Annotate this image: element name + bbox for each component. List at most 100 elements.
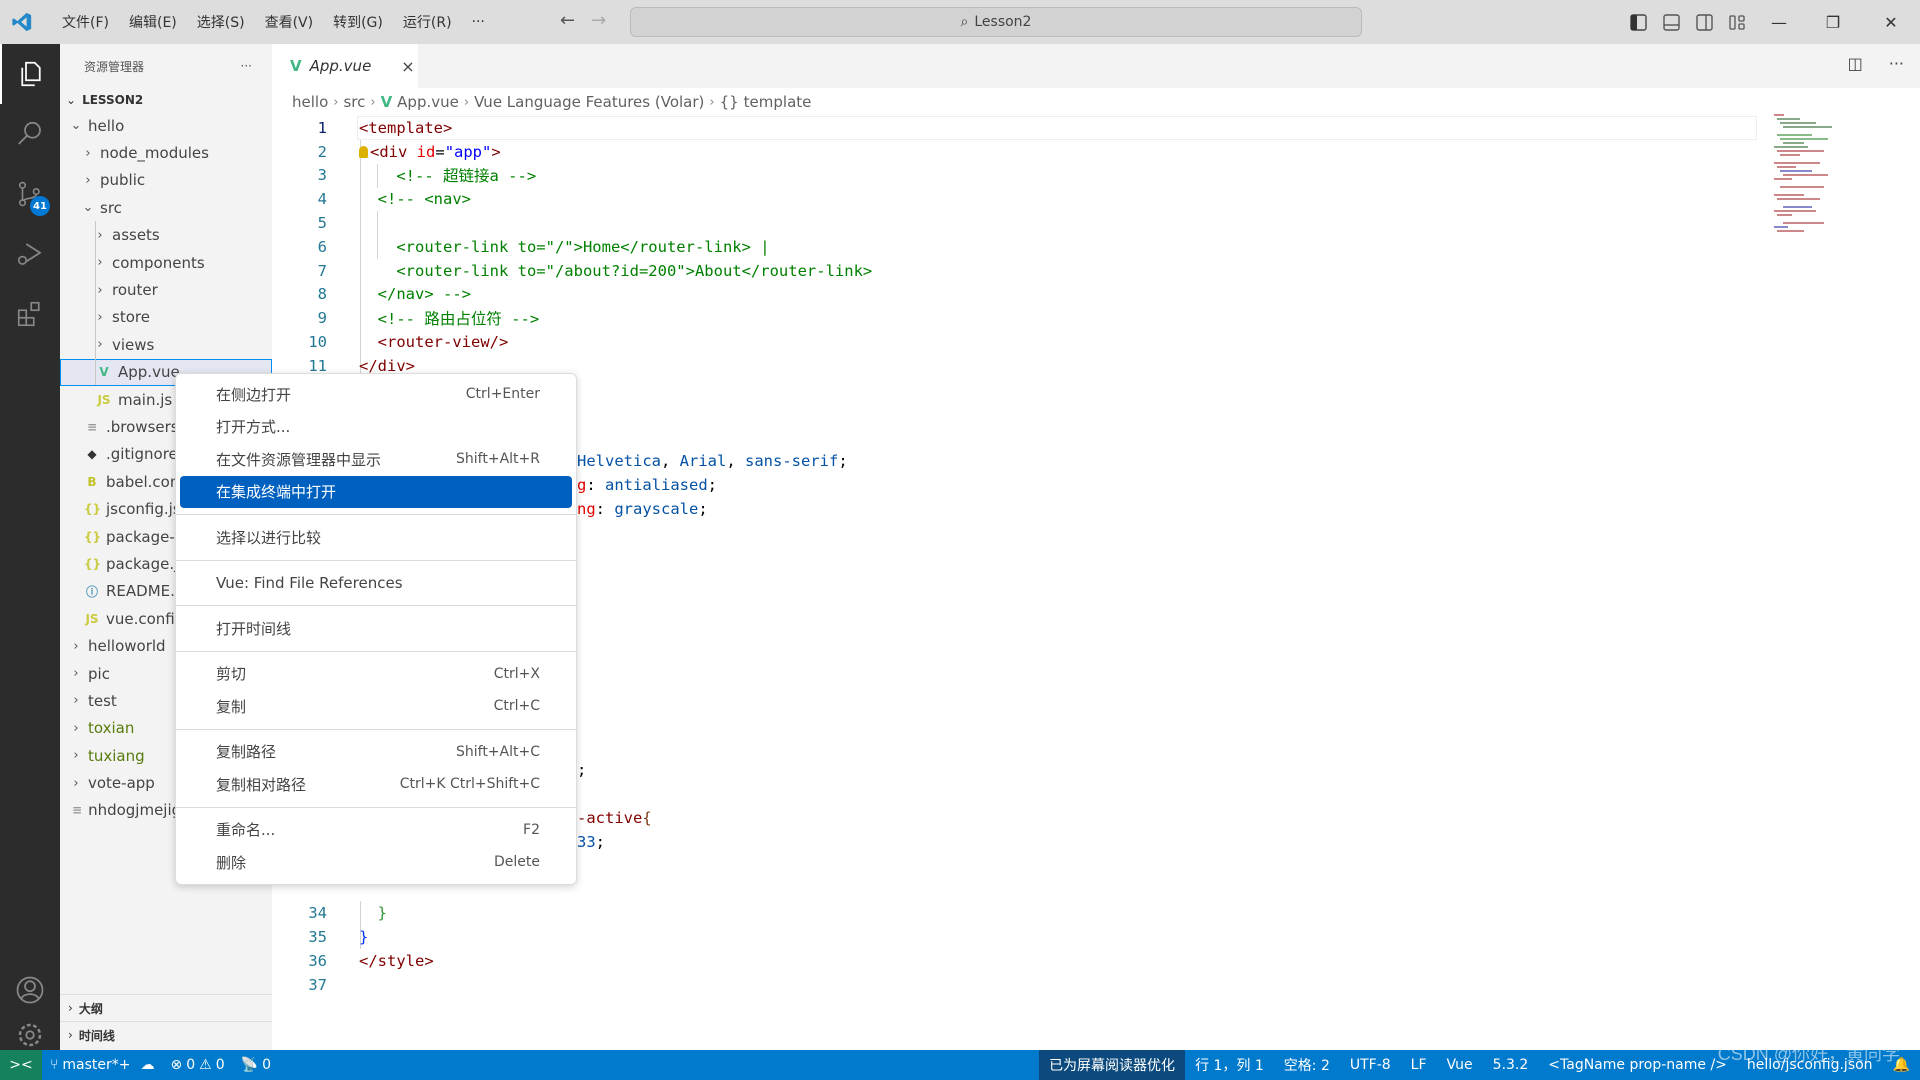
tree-folder[interactable]: › node_modules	[60, 139, 272, 166]
context-menu-item[interactable]: 复制相对路径 Ctrl+K Ctrl+Shift+C	[180, 768, 572, 801]
source-control-icon[interactable]: 41	[0, 164, 60, 224]
minimap-line	[1780, 218, 1808, 220]
close-tab-icon[interactable]: ×	[401, 57, 414, 76]
babel-file-icon: B	[87, 474, 97, 489]
customize-layout-icon[interactable]	[1721, 0, 1754, 44]
tree-item-label: pic	[88, 664, 110, 683]
indentation[interactable]: 空格: 2	[1274, 1050, 1340, 1080]
notifications-icon[interactable]: 🔔	[1883, 1050, 1920, 1080]
tree-item-label: .gitignore	[106, 445, 178, 464]
breadcrumb-item[interactable]: App.vue	[397, 93, 459, 111]
accounts-icon[interactable]	[0, 960, 60, 1020]
context-menu-item[interactable]: 在集成终端中打开	[180, 475, 572, 508]
command-center[interactable]: ⌕ Lesson2	[630, 7, 1362, 37]
tree-item-label: assets	[112, 226, 160, 245]
remote-indicator-icon[interactable]: ><	[0, 1050, 42, 1080]
breadcrumb: hello › src › V App.vue › Vue Language Features…	[272, 88, 1920, 116]
breadcrumb-item[interactable]: Vue Language Features (Volar)	[474, 93, 704, 111]
breadcrumb-item[interactable]: template	[744, 93, 812, 111]
toggle-secondary-sidebar-icon[interactable]	[1688, 0, 1721, 44]
context-menu-item[interactable]: 重命名... F2	[180, 814, 572, 847]
vue-file-icon: V	[99, 365, 109, 380]
tree-item-label: helloworld	[88, 637, 166, 656]
context-menu-item[interactable]: 打开方式...	[180, 411, 572, 444]
menu-item[interactable]: 转到(G)	[323, 12, 393, 32]
menu-item[interactable]: 查看(V)	[255, 12, 324, 32]
menu-item-label: 删除	[216, 853, 247, 872]
menu-item[interactable]: ···	[462, 14, 495, 30]
split-editor-icon[interactable]: ◫	[1848, 54, 1863, 73]
minimap-line	[1783, 222, 1824, 224]
menu-separator	[176, 559, 576, 561]
branch-indicator[interactable]: ⑂ master*+ ☁	[42, 1050, 163, 1080]
tree-folder[interactable]: › assets	[60, 222, 272, 249]
context-menu-item[interactable]: 打开时间线	[180, 612, 572, 645]
tab-app-vue[interactable]: V App.vue ×	[272, 44, 418, 88]
breadcrumb-item[interactable]: hello	[292, 93, 328, 111]
settings-gear-icon[interactable]	[0, 1020, 60, 1050]
cursor-position[interactable]: 行 1，列 1	[1185, 1050, 1274, 1080]
search-view-icon[interactable]	[0, 104, 60, 164]
toggle-panel-icon[interactable]	[1655, 0, 1688, 44]
minimap-line	[1777, 150, 1824, 152]
context-menu-item[interactable]: 复制路径 Shift+Alt+C	[180, 736, 572, 769]
menu-item-shortcut: Ctrl+K Ctrl+Shift+C	[399, 776, 540, 793]
git-branch-icon: ⑂	[50, 1057, 59, 1073]
toggle-primary-sidebar-icon[interactable]	[1622, 0, 1655, 44]
line-content: <router-link to="/about?id=200">About</r…	[396, 261, 873, 280]
sync-cloud-icon[interactable]: ☁	[141, 1057, 155, 1073]
sidebar-more-button[interactable]: ···	[241, 59, 252, 73]
ports-indicator[interactable]: 📡 0	[233, 1050, 279, 1080]
context-menu-item[interactable]: 剪切 Ctrl+X	[180, 658, 572, 691]
chevron-right-icon: ›	[68, 1001, 73, 1015]
tree-folder[interactable]: › public	[60, 167, 272, 194]
minimap-line	[1774, 162, 1820, 164]
menu-item[interactable]: 编辑(E)	[119, 12, 187, 32]
forward-arrow-icon[interactable]: →	[591, 10, 606, 31]
context-menu-item[interactable]: 在文件资源管理器中显示 Shift+Alt+R	[180, 443, 572, 476]
tag-name-format[interactable]: <TagName prop-name />	[1538, 1050, 1737, 1080]
restore-icon[interactable]: ❐	[1804, 0, 1862, 44]
code-line: 3 <!-- 超链接a -->	[272, 164, 1772, 188]
menu-item[interactable]: 运行(R)	[393, 12, 462, 32]
tree-item-label: views	[112, 335, 155, 354]
screen-reader-mode[interactable]: 已为屏幕阅读器优化	[1039, 1050, 1186, 1080]
close-window-icon[interactable]: ✕	[1862, 0, 1920, 44]
end-of-line[interactable]: LF	[1401, 1050, 1437, 1080]
chevron-right-icon: ›	[73, 693, 79, 709]
explorer-icon[interactable]	[0, 44, 60, 104]
timeline-section[interactable]: › 时间线	[60, 1021, 272, 1048]
line-content: <!-- <nav>	[377, 190, 471, 209]
encoding[interactable]: UTF-8	[1340, 1050, 1401, 1080]
workspace-root[interactable]: ⌄ LESSON2	[60, 88, 272, 112]
run-debug-icon[interactable]	[0, 224, 60, 284]
minimap-line	[1783, 206, 1812, 208]
extensions-icon[interactable]	[0, 284, 60, 344]
back-arrow-icon[interactable]: ←	[560, 10, 575, 31]
outline-section[interactable]: › 大纲	[60, 994, 272, 1021]
language-mode[interactable]: Vue	[1437, 1050, 1483, 1080]
context-menu-item[interactable]: 选择以进行比较	[180, 521, 572, 554]
context-menu-item[interactable]: 删除 Delete	[180, 846, 572, 879]
tree-folder[interactable]: › views	[60, 331, 272, 358]
tree-item-label: test	[88, 691, 117, 710]
more-actions-icon[interactable]: ···	[1889, 54, 1904, 73]
tsconfig-indicator[interactable]: hello/jsconfig.json	[1737, 1050, 1883, 1080]
breadcrumb-item[interactable]: src	[343, 93, 365, 111]
tree-folder[interactable]: › components	[60, 249, 272, 276]
context-menu-item[interactable]: Vue: Find File References	[180, 567, 572, 600]
minimap[interactable]	[1774, 114, 1834, 264]
tree-folder[interactable]: ⌄ src	[60, 194, 272, 221]
ts-version[interactable]: 5.3.2	[1483, 1050, 1539, 1080]
context-menu-item[interactable]: 复制 Ctrl+C	[180, 690, 572, 723]
problems-indicator[interactable]: ⊗ 0 ⚠ 0	[163, 1050, 233, 1080]
menu-item[interactable]: 选择(S)	[187, 12, 255, 32]
minimize-icon[interactable]: —	[1754, 0, 1804, 44]
tree-folder[interactable]: ⌄ hello	[60, 112, 272, 139]
menu-item[interactable]: 文件(F)	[52, 12, 119, 32]
code-line: 35}	[272, 925, 1772, 949]
tree-folder[interactable]: › store	[60, 304, 272, 331]
tree-folder[interactable]: › router	[60, 276, 272, 303]
context-menu-item[interactable]: 在侧边打开 Ctrl+Enter	[180, 378, 572, 411]
minimap-line	[1780, 122, 1816, 124]
